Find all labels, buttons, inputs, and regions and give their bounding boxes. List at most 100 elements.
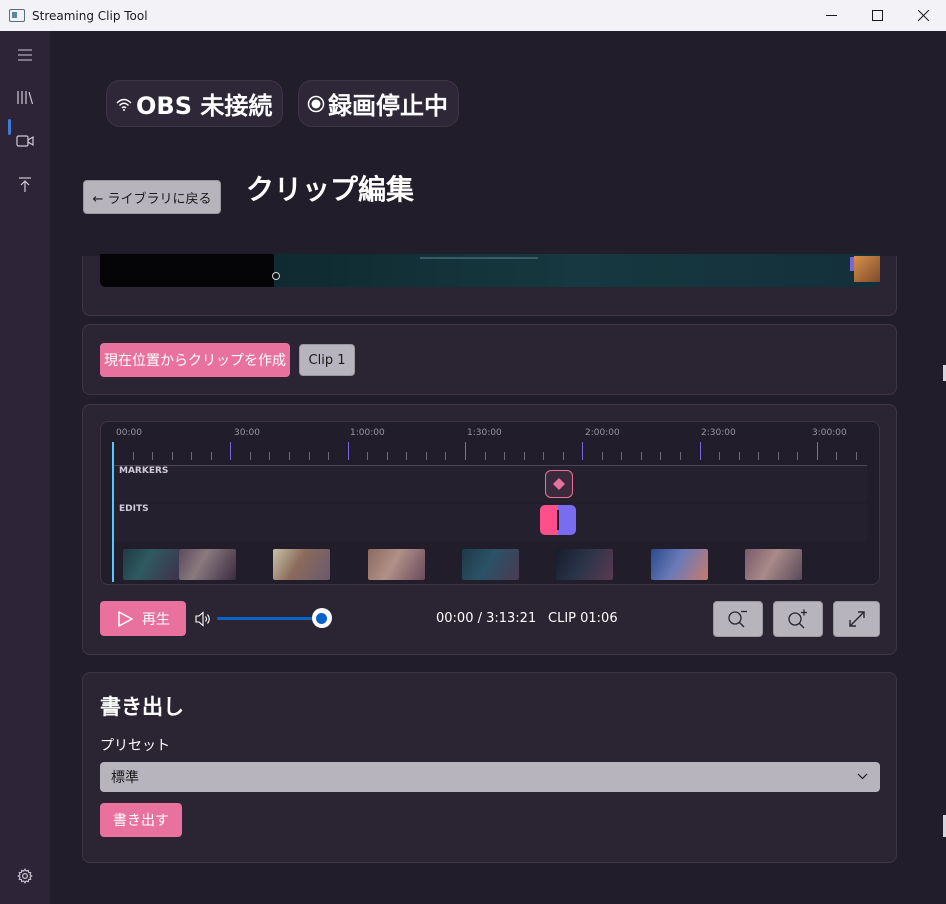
thumbnail[interactable] [179, 549, 236, 580]
ruler-minor-tick [191, 452, 193, 460]
ruler-label: 1:00:00 [350, 428, 385, 438]
thumbnail[interactable] [556, 549, 613, 580]
wifi-icon [116, 98, 132, 111]
thumbnail[interactable] [273, 549, 330, 580]
nav-item-library[interactable] [0, 79, 50, 115]
zoom-out-button[interactable] [713, 601, 763, 637]
create-clip-button[interactable]: 現在位置からクリップを作成 [100, 343, 290, 377]
video-preview-card [82, 254, 897, 316]
ruler-minor-tick [289, 452, 290, 460]
ruler-minor-tick [601, 452, 603, 460]
play-button[interactable]: 再生 [100, 601, 186, 636]
ruler-major-tick [816, 442, 818, 460]
video-camera-icon [16, 135, 34, 147]
streamer-avatar [854, 256, 880, 282]
ruler-minor-tick [308, 452, 310, 460]
window-controls [808, 0, 946, 31]
volume-slider[interactable] [217, 608, 332, 628]
ruler-minor-tick [406, 452, 408, 460]
minimize-button[interactable] [808, 0, 854, 31]
app-icon [9, 9, 25, 22]
clip-length: CLIP 01:06 [548, 611, 618, 626]
ruler-major-tick [464, 442, 466, 460]
edits-label: EDITS [119, 504, 149, 514]
ruler-major-tick [582, 442, 584, 460]
settings-button[interactable] [0, 858, 50, 894]
seek-knob[interactable] [272, 272, 280, 280]
edit-divider [557, 510, 559, 530]
ruler-label: 1:30:00 [467, 428, 502, 438]
upload-icon [19, 177, 31, 192]
ruler-minor-tick [836, 452, 838, 460]
thumbnail[interactable] [651, 549, 708, 580]
hamburger-icon [18, 49, 32, 61]
ruler-major-tick [347, 442, 349, 460]
edit-segment-in[interactable] [540, 505, 558, 535]
thumbnail[interactable] [745, 549, 802, 580]
ruler-minor-tick [386, 452, 388, 460]
menu-button[interactable] [0, 37, 50, 73]
ruler-minor-tick [269, 452, 271, 460]
ruler-major-tick [699, 442, 701, 460]
edit-segment-out[interactable] [558, 505, 576, 535]
zoom-in-button[interactable] [773, 601, 823, 637]
play-label: 再生 [142, 611, 170, 628]
ruler-minor-tick [758, 452, 760, 460]
back-to-library-button[interactable]: ← ライブラリに戻る [83, 180, 221, 214]
ruler-minor-tick [171, 452, 173, 460]
export-title: 書き出し [100, 695, 184, 719]
page-title: クリップ編集 [246, 173, 415, 206]
clip-card: 現在位置からクリップを作成 Clip 1 [82, 324, 897, 395]
thumbnail[interactable] [368, 549, 425, 580]
obs-status-badge: OBS 未接続 [106, 80, 284, 127]
ruler-minor-tick [445, 452, 447, 460]
ruler-minor-tick [680, 452, 681, 460]
timeline-card: 00:00 30:00 1:00:00 1:30:00 2:00:00 2:30… [82, 404, 897, 655]
preset-select[interactable]: 標準 [100, 762, 880, 792]
export-button[interactable]: 書き出す [100, 803, 182, 837]
playhead[interactable] [112, 442, 114, 582]
close-button[interactable] [900, 0, 946, 31]
thumbnail[interactable] [123, 549, 180, 580]
volume-icon[interactable] [195, 611, 213, 627]
ruler-label: 00:00 [116, 428, 142, 438]
ruler-minor-tick [777, 452, 779, 460]
thumbnail[interactable] [462, 549, 519, 580]
zoom-in-icon [788, 609, 807, 629]
ruler-label: 2:00:00 [585, 428, 620, 438]
edits-row [113, 504, 867, 542]
record-icon [307, 95, 325, 112]
ruler-minor-tick [484, 452, 486, 460]
ruler-minor-tick [328, 452, 330, 460]
markers-label: MARKERS [119, 466, 169, 476]
playback-position: 00:00 / 3:13:21 [436, 611, 537, 626]
window-title: Streaming Clip Tool [32, 8, 148, 23]
preset-value: 標準 [111, 770, 139, 786]
ruler-minor-tick [543, 452, 545, 460]
recording-status-text: 録画停止中 [328, 92, 448, 120]
ruler-minor-tick [152, 452, 154, 460]
ruler-minor-tick [210, 452, 212, 460]
ruler-label: 3:00:00 [812, 428, 847, 438]
fit-timeline-button[interactable] [833, 601, 880, 637]
ruler-minor-tick [660, 452, 662, 460]
video-preview[interactable] [100, 254, 880, 287]
minimize-icon [825, 15, 837, 16]
ruler-minor-tick [719, 452, 720, 460]
title-bar: Streaming Clip Tool [0, 0, 946, 31]
ruler-minor-tick [562, 452, 564, 460]
close-icon [917, 10, 929, 21]
clip-chip[interactable]: Clip 1 [299, 344, 355, 376]
timeline[interactable]: 00:00 30:00 1:00:00 1:30:00 2:00:00 2:30… [100, 421, 880, 585]
library-icon [17, 91, 34, 105]
markers-row [113, 466, 867, 502]
ruler-minor-tick [797, 452, 799, 460]
maximize-button[interactable] [854, 0, 900, 31]
side-nav [0, 31, 50, 904]
volume-slider-thumb[interactable] [311, 608, 332, 628]
nav-item-upload[interactable] [0, 167, 50, 203]
ruler-minor-tick [425, 452, 427, 460]
ruler-minor-tick [621, 452, 623, 460]
marker-diamond[interactable] [545, 470, 573, 498]
nav-item-record[interactable] [0, 123, 50, 159]
